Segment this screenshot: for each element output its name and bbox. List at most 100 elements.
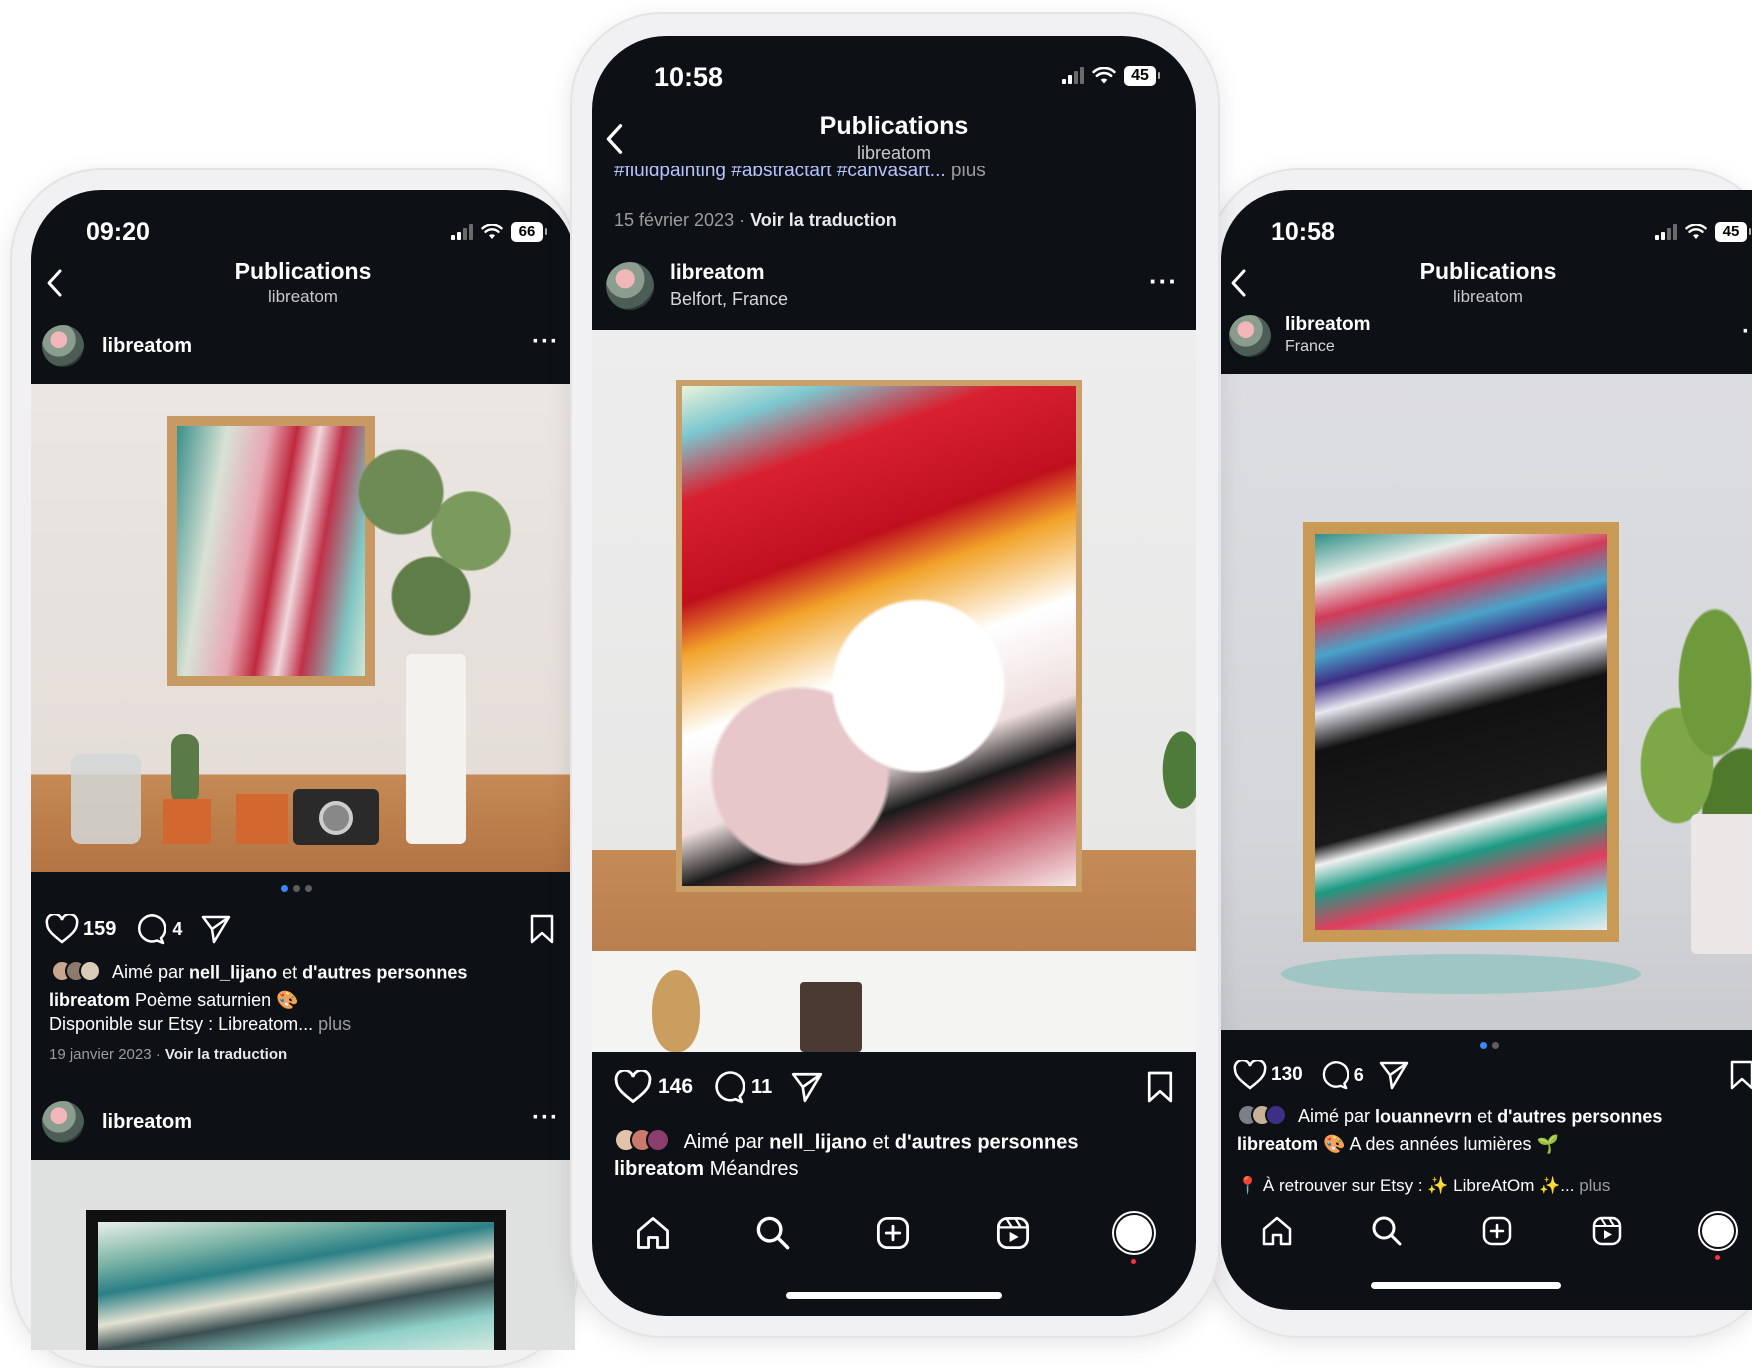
bookmark-icon[interactable]: [1729, 1060, 1752, 1090]
avatar[interactable]: [42, 1101, 84, 1143]
caption-line2: Disponible sur Etsy : Libreatom...: [49, 1014, 314, 1034]
caption: libreatom Méandres: [614, 1158, 799, 1181]
page-header: Publications libreatom: [31, 258, 575, 307]
painting-frame: [1303, 522, 1619, 942]
liker-avatars: [1237, 1104, 1287, 1131]
painting-frame: [676, 380, 1082, 892]
comment-icon[interactable]: [1319, 1060, 1349, 1090]
caption-line2: 📍 À retrouver sur Etsy : ✨ LibreAtOm ✨..…: [1237, 1176, 1575, 1195]
post-actions: 130 6: [1233, 1058, 1752, 1092]
search-icon[interactable]: [755, 1215, 791, 1251]
page-title: Publications: [1419, 258, 1557, 284]
heart-icon[interactable]: [45, 914, 79, 944]
status-icons: 66: [451, 222, 547, 242]
more-icon[interactable]: ···: [1742, 318, 1752, 346]
caption-username[interactable]: libreatom: [1237, 1134, 1318, 1154]
share-icon[interactable]: [1378, 1060, 1410, 1090]
home-icon[interactable]: [634, 1215, 672, 1251]
likes-count[interactable]: 130: [1271, 1064, 1303, 1086]
avatar[interactable]: [1229, 315, 1271, 357]
post-username[interactable]: libreatom: [670, 260, 788, 286]
status-time: 10:58: [654, 62, 724, 92]
liked-by-user[interactable]: nell_lijano: [189, 962, 277, 982]
bookmark-icon[interactable]: [1146, 1070, 1174, 1104]
status-icons: 45: [1655, 222, 1751, 242]
signal-icon: [1655, 224, 1677, 240]
avatar[interactable]: [42, 325, 84, 367]
avatar[interactable]: [606, 262, 654, 310]
signal-icon: [1062, 67, 1084, 84]
create-icon[interactable]: [1481, 1215, 1513, 1247]
more-icon[interactable]: ···: [1149, 266, 1178, 297]
liked-by-rest[interactable]: d'autres personnes: [302, 962, 467, 982]
create-icon[interactable]: [875, 1215, 911, 1251]
liked-by-user[interactable]: louannevrn: [1375, 1106, 1472, 1126]
liked-by-rest[interactable]: d'autres personnes: [895, 1131, 1079, 1153]
translate-link[interactable]: Voir la traduction: [165, 1046, 287, 1063]
reels-icon[interactable]: [1591, 1215, 1623, 1247]
phone-center: 10:58 45 Publications libreatom #fluidpa…: [570, 12, 1220, 1338]
status-time: 10:58: [1271, 218, 1335, 246]
status-time: 09:20: [86, 218, 150, 246]
next-post-image[interactable]: [31, 1160, 575, 1350]
more-link[interactable]: plus: [313, 1014, 351, 1034]
post-actions: 146 11: [614, 1068, 1196, 1106]
page-subtitle: libreatom: [268, 287, 338, 306]
likes-count[interactable]: 159: [83, 918, 116, 941]
profile-icon[interactable]: [1700, 1213, 1737, 1260]
battery-indicator: 66: [511, 222, 547, 242]
table-decor: [1281, 954, 1641, 994]
hashtags[interactable]: #fluidpainting #abstractart #canvasart..…: [614, 166, 946, 180]
more-icon[interactable]: ···: [532, 1104, 559, 1132]
post-date: 19 janvier 2023: [49, 1046, 152, 1063]
comment-icon[interactable]: [711, 1070, 746, 1104]
post-image[interactable]: [1221, 374, 1752, 1030]
heart-icon[interactable]: [614, 1070, 652, 1104]
post-image[interactable]: [592, 330, 1196, 1052]
translate-link[interactable]: Voir la traduction: [750, 210, 897, 230]
liked-by-rest[interactable]: d'autres personnes: [1497, 1106, 1662, 1126]
page-subtitle: libreatom: [1453, 287, 1523, 306]
post-location[interactable]: Belfort, France: [670, 286, 788, 312]
heart-icon[interactable]: [1233, 1060, 1267, 1090]
painting-frame: [86, 1210, 506, 1350]
more-link[interactable]: plus: [1574, 1176, 1610, 1195]
post-image[interactable]: [31, 384, 575, 872]
share-icon[interactable]: [200, 914, 232, 944]
profile-icon[interactable]: [1114, 1213, 1155, 1264]
bookmark-icon[interactable]: [529, 914, 555, 944]
caption-username[interactable]: libreatom: [614, 1158, 704, 1180]
likes-count[interactable]: 146: [658, 1075, 693, 1099]
hashtags-more[interactable]: plus: [946, 166, 986, 180]
caption-username[interactable]: libreatom: [49, 990, 130, 1010]
liker-avatars: [51, 960, 101, 987]
mug-decor: [800, 982, 862, 1052]
post-location[interactable]: France: [1285, 336, 1371, 358]
comment-icon[interactable]: [134, 913, 167, 945]
post-username[interactable]: libreatom: [1285, 314, 1371, 336]
home-indicator[interactable]: [786, 1292, 1002, 1299]
post-date-row: 15 février 2023 · Voir la traduction: [614, 210, 897, 231]
plant-decor: [341, 414, 541, 674]
home-icon[interactable]: [1260, 1215, 1294, 1247]
comments-count[interactable]: 11: [751, 1076, 772, 1099]
liked-by-prefix: Aimé par: [683, 1131, 770, 1154]
next-post-header: libreatom: [42, 1100, 575, 1144]
phone-right-screen: 10:58 45 Publications libreatom libreato…: [1221, 190, 1752, 1310]
next-post-username[interactable]: libreatom: [102, 1111, 192, 1134]
share-icon[interactable]: [790, 1071, 824, 1103]
phone-center-screen: 10:58 45 Publications libreatom #fluidpa…: [592, 36, 1196, 1316]
page-title: Publications: [819, 112, 969, 140]
search-icon[interactable]: [1371, 1215, 1403, 1247]
comments-count[interactable]: 4: [172, 919, 182, 940]
hashtags-row: #fluidpainting #abstractart #canvasart..…: [614, 166, 986, 180]
reels-icon[interactable]: [995, 1215, 1031, 1251]
home-indicator[interactable]: [1371, 1282, 1561, 1289]
liked-by-user[interactable]: nell_lijano: [769, 1131, 867, 1153]
comments-count[interactable]: 6: [1354, 1065, 1364, 1086]
more-icon[interactable]: ···: [532, 328, 559, 356]
signal-icon: [451, 224, 473, 240]
carousel-dots: [1480, 1042, 1499, 1049]
battery-indicator: 45: [1124, 66, 1160, 86]
post-username[interactable]: libreatom: [102, 335, 192, 358]
